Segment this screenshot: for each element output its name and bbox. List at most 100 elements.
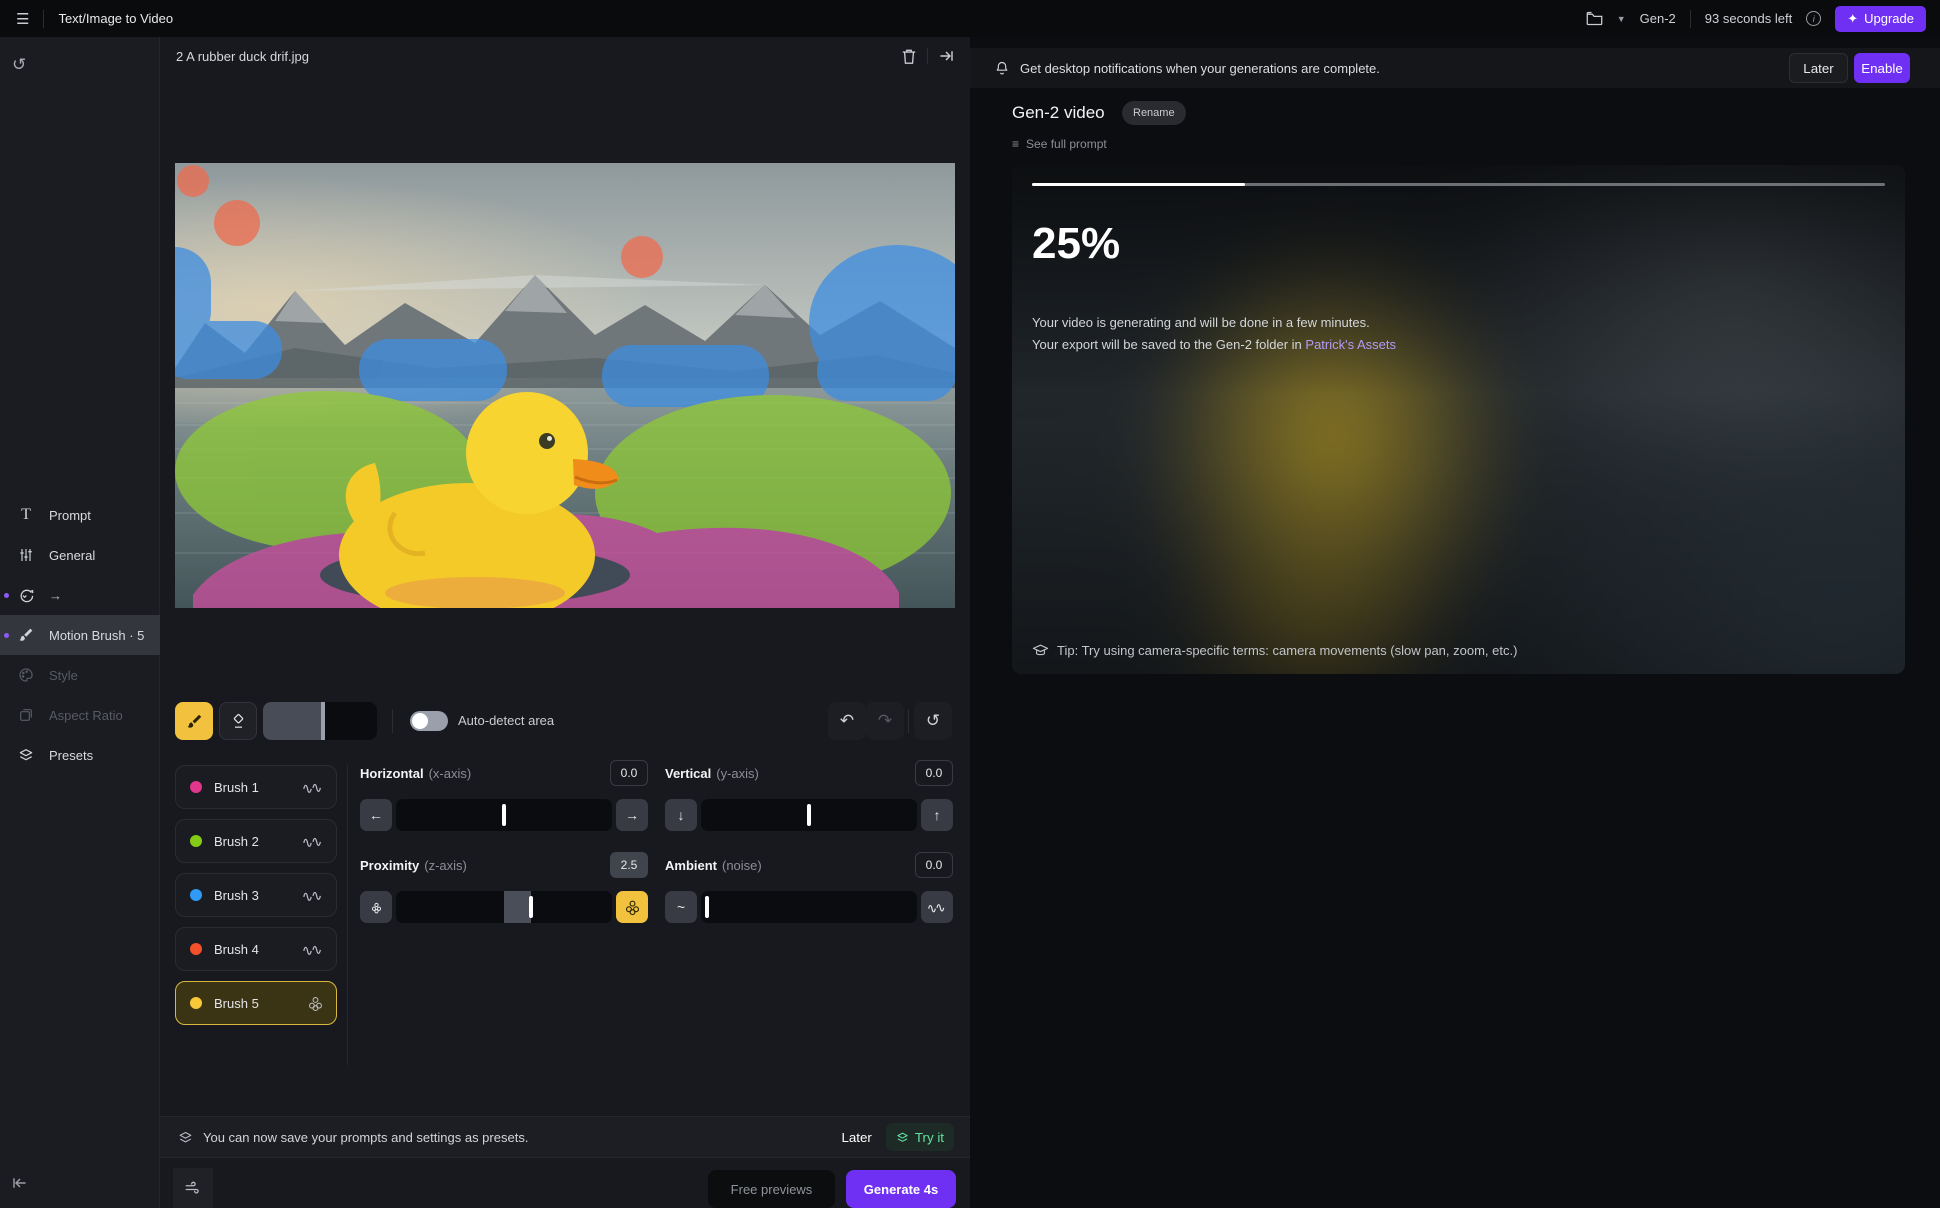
horizontal-value[interactable]: 0.0 bbox=[610, 760, 648, 786]
lines-icon: ≡ bbox=[1012, 137, 1019, 151]
crop-icon bbox=[16, 707, 36, 723]
proximity-value[interactable]: 2.5 bbox=[610, 852, 648, 878]
brush-size-slider[interactable] bbox=[263, 702, 377, 740]
session-settings-button[interactable] bbox=[173, 1168, 213, 1208]
horizontal-left-button[interactable]: ← bbox=[360, 799, 392, 831]
eraser-tool-button[interactable] bbox=[219, 702, 257, 740]
toggle-knob bbox=[412, 713, 428, 729]
layers-icon bbox=[896, 1131, 909, 1144]
brush-1-row[interactable]: Brush 1 bbox=[175, 765, 337, 809]
arrow-right-icon: → bbox=[49, 588, 62, 603]
preview-shade bbox=[1012, 165, 1905, 674]
vertical-down-button[interactable]: ↓ bbox=[665, 799, 697, 831]
brush-tool-button[interactable] bbox=[175, 702, 213, 740]
ambient-handle[interactable] bbox=[705, 896, 709, 918]
status-line-2: Your export will be saved to the Gen-2 f… bbox=[1032, 337, 1396, 352]
noise-cluster-icon bbox=[307, 995, 324, 1012]
horizontal-label: Horizontal bbox=[360, 766, 424, 781]
tip-row: Tip: Try using camera-specific terms: ca… bbox=[1032, 643, 1517, 658]
generation-title: Gen-2 video bbox=[1012, 103, 1105, 123]
status-line-1: Your video is generating and will be don… bbox=[1032, 315, 1370, 330]
vertical-handle[interactable] bbox=[807, 804, 811, 826]
sparkle-icon: ✦ bbox=[1847, 11, 1858, 27]
notification-later-button[interactable]: Later bbox=[1789, 53, 1848, 83]
brush-color-dot bbox=[190, 889, 202, 901]
chevron-down-icon[interactable]: ▼ bbox=[1617, 14, 1626, 24]
ambient-max-button[interactable] bbox=[921, 891, 953, 923]
sidebar-item-prompt[interactable]: T Prompt bbox=[0, 495, 160, 535]
reset-brushes-button[interactable]: ↺ bbox=[914, 702, 952, 740]
delete-image-button[interactable] bbox=[901, 48, 917, 65]
layers-icon bbox=[16, 747, 36, 763]
generation-preview-card[interactable]: 25% Your video is generating and will be… bbox=[1012, 165, 1905, 674]
hamburger-menu-button[interactable]: ☰ bbox=[16, 10, 29, 28]
divider bbox=[1690, 10, 1691, 28]
brush-size-handle[interactable] bbox=[321, 702, 325, 740]
presets-later-button[interactable]: Later bbox=[831, 1124, 881, 1151]
ambient-min-button[interactable]: ~ bbox=[665, 891, 697, 923]
proximity-handle[interactable] bbox=[529, 896, 533, 918]
sidebar-item-motion-brush[interactable]: Motion Brush · 5 bbox=[0, 615, 160, 655]
sidebar-item-presets[interactable]: Presets bbox=[0, 735, 160, 775]
camera-motion-icon bbox=[16, 587, 36, 604]
notification-enable-button[interactable]: Enable bbox=[1854, 53, 1910, 83]
proximity-toward-button[interactable] bbox=[616, 891, 648, 923]
brush-2-row[interactable]: Brush 2 bbox=[175, 819, 337, 863]
left-sidebar: ↺ T Prompt General → bbox=[0, 37, 160, 1208]
sidebar-item-style[interactable]: Style bbox=[0, 655, 160, 695]
collapse-panel-button[interactable] bbox=[938, 49, 954, 63]
waveform-icon bbox=[302, 889, 324, 901]
image-filename: 2 A rubber duck drif.jpg bbox=[176, 49, 309, 64]
graduation-cap-icon bbox=[1032, 643, 1049, 658]
horizontal-right-button[interactable]: → bbox=[616, 799, 648, 831]
info-icon[interactable]: i bbox=[1806, 11, 1821, 26]
auto-detect-toggle[interactable] bbox=[410, 711, 448, 731]
proximity-away-button[interactable] bbox=[360, 891, 392, 923]
bell-icon bbox=[994, 60, 1010, 77]
tip-text: Tip: Try using camera-specific terms: ca… bbox=[1057, 643, 1517, 658]
progress-percent: 25% bbox=[1032, 219, 1120, 269]
upgrade-button[interactable]: ✦ Upgrade bbox=[1835, 6, 1926, 32]
horizontal-slider[interactable] bbox=[396, 799, 612, 831]
divider bbox=[347, 765, 348, 1065]
see-full-prompt[interactable]: ≡ See full prompt bbox=[1012, 137, 1107, 151]
vertical-up-button[interactable]: ↑ bbox=[921, 799, 953, 831]
sidebar-item-aspect-ratio[interactable]: Aspect Ratio bbox=[0, 695, 160, 735]
brush-5-row[interactable]: Brush 5 bbox=[175, 981, 337, 1025]
brush-icon bbox=[16, 627, 36, 643]
generate-button[interactable]: Generate 4s bbox=[846, 1170, 956, 1208]
folder-icon[interactable] bbox=[1586, 11, 1603, 26]
reset-session-button[interactable]: ↺ bbox=[12, 55, 26, 75]
proximity-label: Proximity bbox=[360, 858, 419, 873]
divider bbox=[392, 709, 393, 733]
motion-brush-canvas[interactable] bbox=[175, 163, 955, 608]
horizontal-handle[interactable] bbox=[502, 804, 506, 826]
active-dot bbox=[4, 593, 9, 598]
vertical-slider[interactable] bbox=[701, 799, 917, 831]
vertical-label: Vertical bbox=[665, 766, 711, 781]
brush-size-fill bbox=[263, 702, 321, 740]
ambient-slider[interactable] bbox=[701, 891, 917, 923]
collapse-sidebar-button[interactable] bbox=[12, 1176, 28, 1190]
layers-icon bbox=[178, 1130, 193, 1145]
model-name[interactable]: Gen-2 bbox=[1640, 11, 1676, 26]
sidebar-item-general[interactable]: General bbox=[0, 535, 160, 575]
brush-color-dot bbox=[190, 943, 202, 955]
brush-4-row[interactable]: Brush 4 bbox=[175, 927, 337, 971]
proximity-slider[interactable] bbox=[396, 891, 612, 923]
sidebar-item-camera-motion[interactable]: → bbox=[0, 575, 160, 615]
duck-image bbox=[175, 163, 955, 608]
undo-button[interactable]: ↶ bbox=[828, 702, 866, 740]
brush-color-dot bbox=[190, 781, 202, 793]
rename-button[interactable]: Rename bbox=[1122, 101, 1186, 125]
auto-detect-label: Auto-detect area bbox=[458, 713, 554, 728]
ambient-value[interactable]: 0.0 bbox=[915, 852, 953, 878]
redo-button[interactable]: ↷ bbox=[866, 702, 904, 740]
app-title: Text/Image to Video bbox=[58, 11, 173, 26]
free-previews-button[interactable]: Free previews bbox=[708, 1170, 835, 1208]
top-bar: ☰ Text/Image to Video ▼ Gen-2 93 seconds… bbox=[0, 0, 1940, 37]
brush-3-row[interactable]: Brush 3 bbox=[175, 873, 337, 917]
vertical-value[interactable]: 0.0 bbox=[915, 760, 953, 786]
presets-try-it-button[interactable]: Try it bbox=[886, 1123, 954, 1151]
assets-folder-link[interactable]: Patrick's Assets bbox=[1305, 337, 1396, 352]
